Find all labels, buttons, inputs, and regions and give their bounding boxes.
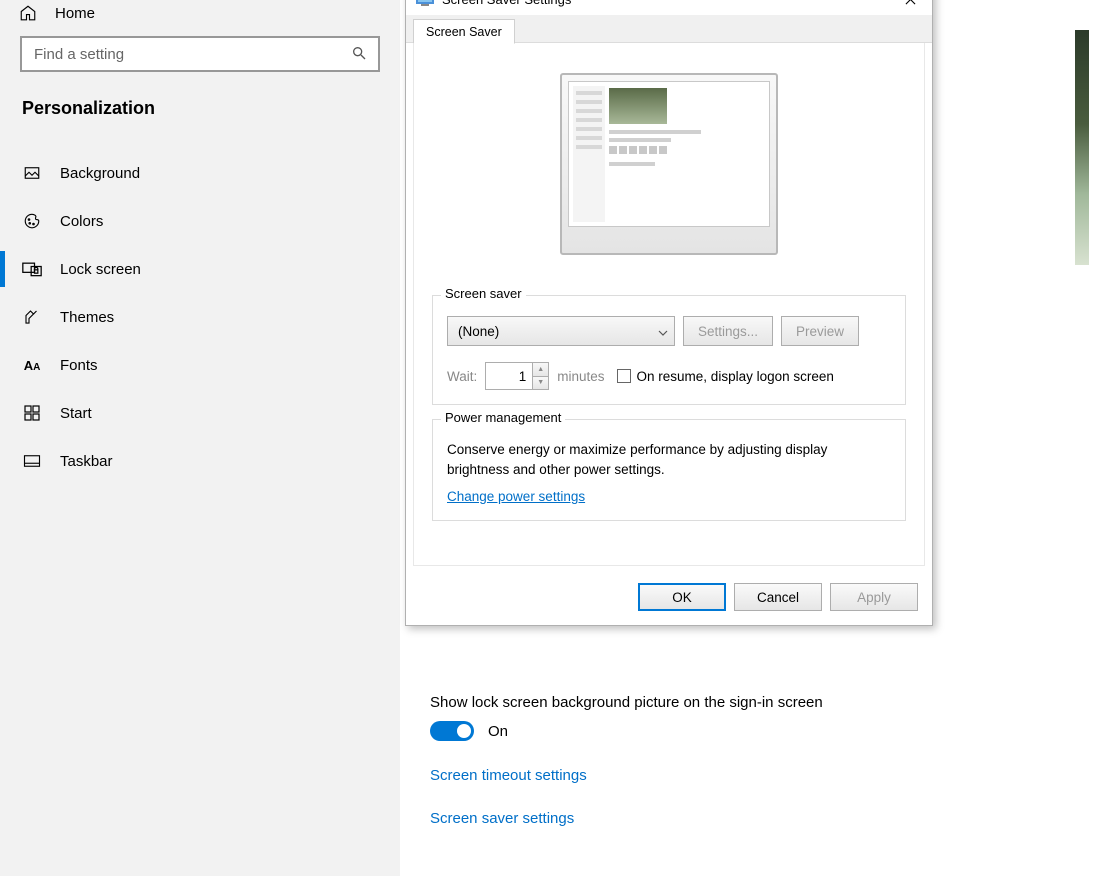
sidebar-item-label: Lock screen <box>60 261 141 278</box>
sidebar-item-background[interactable]: Background <box>0 149 400 197</box>
lockscreen-icon <box>22 259 42 279</box>
search-input[interactable] <box>22 38 378 70</box>
link-screen-saver[interactable]: Screen saver settings <box>430 810 1089 827</box>
wait-label: Wait: <box>447 369 477 384</box>
palette-icon <box>22 211 42 231</box>
apply-button[interactable]: Apply <box>830 583 918 611</box>
nav-home[interactable]: Home <box>0 0 400 26</box>
image-icon <box>22 163 42 183</box>
sidebar-item-label: Start <box>60 405 92 422</box>
sidebar-item-label: Background <box>60 165 140 182</box>
power-management-fieldset: Power management Conserve energy or maxi… <box>432 419 906 521</box>
minutes-label: minutes <box>557 369 604 384</box>
settings-button[interactable]: Settings... <box>683 316 773 346</box>
search-box[interactable] <box>20 36 380 72</box>
resume-checkbox-wrap[interactable]: On resume, display logon screen <box>617 369 834 384</box>
resume-label: On resume, display logon screen <box>637 369 834 384</box>
dialog-body: Screen saver (None) Settings... Preview … <box>413 43 925 566</box>
checkbox-icon <box>617 369 631 383</box>
search-wrap <box>0 36 400 72</box>
sidebar-item-start[interactable]: Start <box>0 389 400 437</box>
screen-saver-select[interactable]: (None) <box>447 316 675 346</box>
preview-button[interactable]: Preview <box>781 316 859 346</box>
nav-home-label: Home <box>55 5 95 22</box>
home-icon <box>18 3 38 23</box>
change-power-settings-link[interactable]: Change power settings <box>447 489 585 504</box>
screen-saver-selected: (None) <box>458 324 499 339</box>
themes-icon <box>22 307 42 327</box>
sidebar-item-taskbar[interactable]: Taskbar <box>0 437 400 485</box>
wait-input[interactable] <box>485 362 533 390</box>
sidebar-item-colors[interactable]: Colors <box>0 197 400 245</box>
screen-saver-dialog: Screen Saver Settings Screen Saver <box>405 0 933 626</box>
sidebar-item-label: Colors <box>60 213 103 230</box>
sidebar-item-label: Themes <box>60 309 114 326</box>
tab-screen-saver[interactable]: Screen Saver <box>413 19 515 44</box>
screen-saver-fieldset: Screen saver (None) Settings... Preview … <box>432 295 906 405</box>
sidebar-item-label: Fonts <box>60 357 98 374</box>
search-icon <box>351 45 369 63</box>
signin-bg-label: Show lock screen background picture on t… <box>430 694 1089 711</box>
spinner-up-icon[interactable]: ▲ <box>533 363 548 377</box>
power-management-legend: Power management <box>441 410 565 425</box>
toggle-state-text: On <box>488 723 508 740</box>
link-screen-timeout[interactable]: Screen timeout settings <box>430 767 1089 784</box>
dialog-title: Screen Saver Settings <box>442 0 571 7</box>
dialog-titlebar[interactable]: Screen Saver Settings <box>406 0 932 15</box>
sidebar-item-fonts[interactable]: AA Fonts <box>0 341 400 389</box>
start-icon <box>22 403 42 423</box>
dialog-button-row: OK Cancel Apply <box>406 573 932 625</box>
sidebar-item-themes[interactable]: Themes <box>0 293 400 341</box>
lockscreen-preview <box>1075 30 1089 265</box>
sidebar-item-label: Taskbar <box>60 453 113 470</box>
ok-button[interactable]: OK <box>638 583 726 611</box>
sidebar-item-lockscreen[interactable]: Lock screen <box>0 245 400 293</box>
wait-spinner[interactable]: ▲ ▼ <box>485 362 549 390</box>
preview-monitor <box>560 73 778 255</box>
chevron-down-icon <box>658 326 668 336</box>
taskbar-icon <box>22 451 42 471</box>
screensaver-app-icon <box>416 0 434 6</box>
power-management-text: Conserve energy or maximize performance … <box>447 440 891 479</box>
toggle-switch-icon <box>430 721 474 741</box>
screen-saver-legend: Screen saver <box>441 286 526 301</box>
signin-bg-toggle[interactable]: On <box>430 721 1089 741</box>
section-title: Personalization <box>0 98 400 119</box>
fonts-icon: AA <box>22 355 42 375</box>
spinner-down-icon[interactable]: ▼ <box>533 377 548 390</box>
cancel-button[interactable]: Cancel <box>734 583 822 611</box>
settings-sidebar: Home Personalization Background Colors L… <box>0 0 400 876</box>
dialog-tabs: Screen Saver <box>406 15 932 43</box>
close-button[interactable] <box>894 0 926 11</box>
